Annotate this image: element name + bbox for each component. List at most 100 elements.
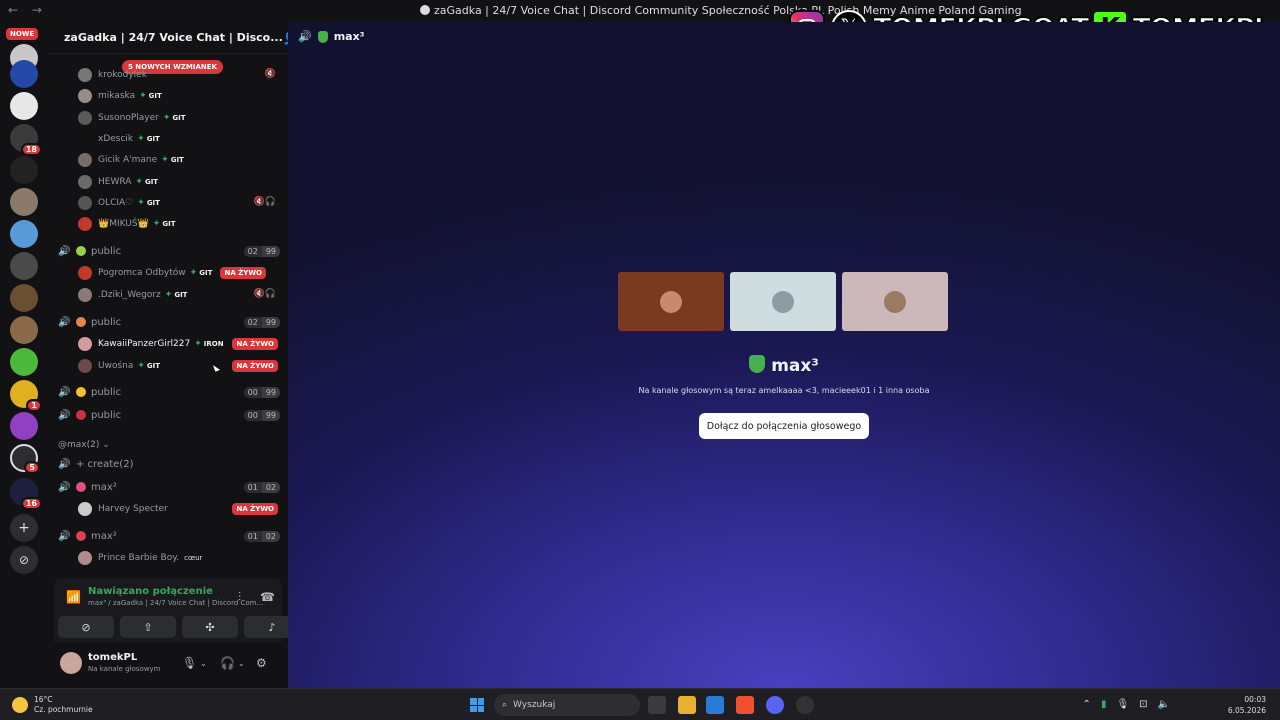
member-row[interactable]: 👑MIKUŚ👑 GIT — [78, 214, 175, 234]
battery-icon[interactable]: ▮ — [1101, 699, 1107, 710]
member-row[interactable]: Prince Barbie Boy. cœur — [78, 548, 202, 568]
server-icon[interactable]: 18 — [10, 124, 42, 156]
member-row[interactable]: HEWRAGIT — [78, 172, 158, 192]
server-icon[interactable] — [10, 92, 38, 120]
member-row[interactable]: UwośnaGIT — [78, 356, 160, 376]
create-channel[interactable]: 🔊 + create(2) — [58, 454, 280, 474]
forward-arrow-icon[interactable]: → — [32, 3, 42, 17]
connection-channel[interactable]: max³ / zaGadka | 24/7 Voice Chat | Disco… — [88, 599, 263, 607]
obs-icon[interactable] — [796, 696, 814, 714]
windows-start-icon[interactable] — [470, 698, 484, 712]
pepper-emoji-icon — [317, 30, 328, 43]
weather-widget[interactable]: 16°C Cz. pochmurnie — [12, 695, 93, 715]
member-row[interactable]: Pogromca Odbytów GIT — [78, 263, 212, 283]
participant-tile[interactable] — [618, 272, 724, 331]
member-name: Prince Barbie Boy. — [98, 553, 180, 563]
nav-controls: ← → — [8, 3, 52, 17]
gear-icon[interactable]: ⚙ — [256, 656, 267, 670]
chevron-down-icon[interactable]: ⌄ — [200, 659, 207, 668]
member-name: OLCIA♡ — [98, 198, 134, 208]
avatar — [78, 288, 92, 302]
member-row[interactable]: KawaiiPanzerGirl227IRON — [78, 334, 224, 354]
chevron-up-icon[interactable]: ⌃ — [1083, 699, 1091, 710]
voice-channel-public-3[interactable]: 🔊 public 00 99 — [58, 382, 280, 402]
channel-emoji-icon — [76, 410, 86, 420]
discover-icon[interactable]: ⊘ — [10, 546, 38, 574]
user-count: 01 02 — [243, 530, 280, 542]
voice-channel-public-4[interactable]: 🔊 public 00 99 — [58, 405, 280, 425]
member-row[interactable]: krokodylek — [78, 65, 147, 85]
member-row[interactable]: .Dziki_Wegorz GIT — [78, 285, 187, 305]
avatar[interactable] — [60, 652, 82, 674]
server-icon[interactable] — [10, 156, 38, 184]
channel-header-title: max³ — [333, 30, 365, 43]
server-icon[interactable] — [10, 284, 38, 312]
signal-icon[interactable]: 📶 — [66, 590, 81, 604]
activities-button[interactable]: ✣ — [182, 616, 238, 638]
discord-icon[interactable] — [766, 696, 784, 714]
screen-share-button[interactable]: ⇧ — [120, 616, 176, 638]
volume-icon[interactable]: 🔈 — [1158, 699, 1170, 710]
brave-browser-icon[interactable] — [736, 696, 754, 714]
microphone-icon[interactable]: 🎙 — [1116, 699, 1129, 710]
member-tag: GIT — [153, 219, 175, 229]
server-icon[interactable] — [10, 252, 38, 280]
voice-channel-max-2[interactable]: 🔊 max² 01 02 — [58, 526, 280, 546]
speaker-icon: 🔊 — [58, 245, 71, 257]
server-icon[interactable] — [10, 220, 38, 248]
member-row[interactable]: OLCIA♡GIT — [78, 193, 160, 213]
join-voice-button[interactable]: Dołącz do połączenia głosowego — [699, 413, 869, 439]
muted-icon: 🔇 — [264, 69, 276, 79]
member-row[interactable]: Gicik A'maneGIT — [78, 150, 184, 170]
pepper-emoji-icon — [749, 355, 766, 373]
server-icon[interactable] — [10, 348, 38, 376]
avatar — [78, 132, 92, 146]
server-icon[interactable] — [10, 60, 38, 88]
store-icon[interactable] — [706, 696, 724, 714]
guild-header[interactable]: zaGadka | 24/7 Voice Chat | Disco... 👤 — [48, 22, 298, 54]
headphones-icon[interactable]: 🎧 — [220, 656, 235, 670]
unread-badge: 16 — [20, 497, 42, 510]
member-tag: GIT — [135, 177, 158, 187]
category-max[interactable]: @max(2) ⌄ — [58, 440, 110, 450]
channel-emoji-icon — [76, 482, 86, 492]
task-view-icon[interactable] — [648, 696, 666, 714]
avatar — [78, 196, 92, 210]
server-icon[interactable] — [10, 316, 38, 344]
taskbar-search[interactable]: ⌕ Wyszukaj — [494, 694, 640, 716]
voice-channel-public-1[interactable]: 🔊 public 02 99 — [58, 241, 280, 261]
speaker-icon: 🔊 — [58, 409, 71, 421]
wifi-icon[interactable]: ⊡ — [1139, 699, 1147, 710]
clock[interactable]: 00:03 6.05.2026 — [1228, 694, 1266, 716]
avatar — [78, 153, 92, 167]
member-row[interactable]: mikaskaGIT — [78, 86, 162, 106]
member-name: KawaiiPanzerGirl227 — [98, 339, 191, 349]
server-icon[interactable]: 5 — [10, 444, 40, 474]
disconnect-icon[interactable]: ☎ — [260, 590, 275, 604]
member-row[interactable]: xDescikGIT — [78, 129, 160, 149]
microphone-icon[interactable]: 🎙 — [182, 656, 197, 670]
camera-button[interactable]: ⊘ — [58, 616, 114, 638]
voice-actions: ⊘ ⇧ ✣ ♪ — [58, 616, 300, 638]
channel-name: public — [91, 386, 122, 398]
participant-tile[interactable] — [730, 272, 836, 331]
server-icon[interactable] — [10, 188, 38, 216]
server-icon[interactable] — [10, 412, 38, 440]
member-row[interactable]: Harvey Specter — [78, 499, 168, 519]
date: 6.05.2026 — [1227, 706, 1266, 715]
member-row[interactable]: SusonoPlayer GIT — [78, 108, 186, 128]
voice-channel-public-2[interactable]: 🔊 public 02 99 — [58, 312, 280, 332]
live-badge: NA ŻYWO — [232, 338, 278, 350]
muted-deafened-icon: 🔇🎧 — [253, 197, 276, 207]
chevron-down-icon[interactable]: ⌄ — [238, 659, 245, 668]
speaker-icon: 🔊 — [298, 30, 312, 43]
back-arrow-icon[interactable]: ← — [8, 3, 18, 17]
server-icon[interactable]: 1 — [10, 380, 42, 412]
noise-suppression-icon[interactable]: ⫶ — [238, 590, 241, 605]
participant-tile[interactable] — [842, 272, 948, 331]
server-icon[interactable]: 16 — [10, 478, 42, 510]
voice-channel-max-1[interactable]: 🔊 max² 01 02 — [58, 477, 280, 497]
guild-icon — [420, 5, 430, 15]
file-explorer-icon[interactable] — [678, 696, 696, 714]
add-server-icon[interactable]: + — [10, 514, 38, 542]
